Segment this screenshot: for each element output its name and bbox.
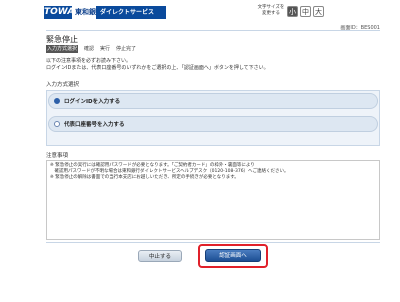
intro-line-2: ログインIDまたは、代表口座番号のいずれかをご選択の上、「認証画面へ」ボタンを押… [46, 65, 269, 71]
option-label: 代表口座番号を入力する [64, 122, 125, 128]
step-complete: 停止完了 [115, 46, 136, 52]
option-label: ログインIDを入力する [64, 99, 121, 105]
radio-selected-icon[interactable] [54, 98, 60, 104]
input-method-label: 入力方式選択 [46, 82, 80, 88]
step-input-method: 入力方式選択 [46, 45, 78, 53]
to-authentication-button[interactable]: 認証画面へ [205, 249, 261, 262]
intro-text: 以下の注意事項を必ずお読み下さい。 ログインIDまたは、代表口座番号のいずれかを… [46, 58, 376, 72]
intro-line-1: 以下の注意事項を必ずお読み下さい。 [46, 58, 132, 64]
notes-label: 注意事項 [46, 153, 69, 159]
bank-logo: TOWA [44, 6, 75, 19]
step-execute: 実行 [99, 46, 110, 52]
note-line: ※ 緊急停止の解除は書面での当行本支店にお越しいただき、所定の手続きが必要となり… [50, 175, 239, 180]
service-name: ダイレクトサービス [96, 6, 166, 19]
option-account-number[interactable]: 代表口座番号を入力する [48, 116, 378, 132]
font-size-small-button[interactable]: 小 [287, 6, 298, 17]
font-size-large-button[interactable]: 大 [313, 6, 324, 17]
cancel-button[interactable]: 中止する [138, 250, 182, 262]
radio-unselected-icon[interactable] [54, 121, 60, 127]
title-divider [46, 30, 380, 43]
font-size-medium-button[interactable]: 中 [300, 6, 311, 17]
step-confirm: 確認 [83, 46, 94, 52]
page-title: 緊急停止 [46, 35, 78, 44]
font-size-label: 文字サイズを変更する [257, 5, 285, 16]
option-login-id[interactable]: ログインIDを入力する [48, 93, 378, 109]
